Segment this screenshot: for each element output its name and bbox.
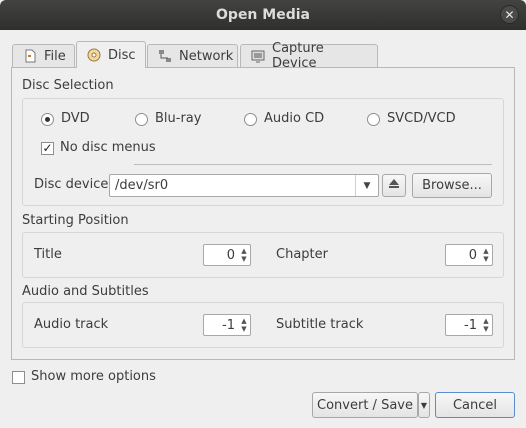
starting-position-group: [22, 232, 504, 278]
subtitle-track-spinbox[interactable]: -1 ▲ ▼: [445, 314, 493, 336]
cancel-label: Cancel: [452, 397, 498, 413]
audio-track-value: -1: [222, 318, 235, 333]
cancel-button[interactable]: Cancel: [435, 392, 515, 418]
close-button[interactable]: ✕: [500, 5, 519, 24]
disc-device-label: Disc device: [34, 177, 109, 192]
spin-arrows-icon[interactable]: ▲ ▼: [480, 245, 492, 265]
capture-device-icon: [251, 49, 265, 63]
no-disc-menus-label: No disc menus: [60, 140, 156, 155]
browse-button[interactable]: Browse...: [412, 173, 492, 198]
title-spinbox[interactable]: 0 ▲ ▼: [203, 244, 251, 266]
disc-panel: Disc Selection DVD Blu-ray Audio CD SVCD…: [11, 67, 515, 360]
no-disc-menus-checkbox[interactable]: ✓: [41, 142, 54, 155]
spin-arrows-icon[interactable]: ▲ ▼: [238, 245, 250, 265]
tab-capture-device[interactable]: Capture Device: [240, 41, 378, 71]
title-label: Title: [34, 247, 62, 262]
checkmark-icon: ✓: [42, 141, 53, 155]
subtitle-track-value: -1: [464, 318, 477, 333]
tab-network-label: Network: [179, 48, 234, 64]
tab-file-label: File: [44, 48, 66, 64]
radio-svcd-vcd[interactable]: [367, 113, 380, 126]
window-title: Open Media: [216, 7, 310, 23]
audio-track-spinbox[interactable]: -1 ▲ ▼: [203, 314, 251, 336]
file-icon: [23, 49, 37, 63]
spin-arrows-icon[interactable]: ▲ ▼: [480, 315, 492, 335]
chevron-down-icon[interactable]: ▼: [355, 175, 378, 196]
eject-icon: [388, 178, 400, 193]
disc-device-value: /dev/sr0: [115, 178, 169, 193]
eject-button[interactable]: [382, 174, 406, 197]
show-more-options-checkbox[interactable]: [12, 371, 25, 384]
radio-dvd[interactable]: [41, 113, 54, 126]
disc-device-combobox[interactable]: /dev/sr0 ▼: [109, 174, 379, 197]
radio-bluray[interactable]: [135, 113, 148, 126]
disc-selection-heading: Disc Selection: [22, 78, 114, 93]
show-more-options-label: Show more options: [31, 369, 156, 384]
audio-track-label: Audio track: [34, 317, 109, 332]
tab-disc[interactable]: Disc: [76, 41, 146, 68]
convert-save-button[interactable]: Convert / Save: [312, 392, 418, 418]
chapter-label: Chapter: [276, 247, 328, 262]
disc-icon: [87, 48, 101, 62]
starting-position-heading: Starting Position: [22, 213, 129, 228]
tab-file[interactable]: File: [12, 44, 75, 67]
title-bar: Open Media ✕: [0, 0, 526, 30]
divider: [134, 164, 492, 165]
radio-dvd-label: DVD: [61, 111, 90, 126]
convert-save-label: Convert / Save: [317, 397, 413, 413]
close-icon: ✕: [504, 8, 515, 22]
chevron-down-icon: ▼: [420, 400, 428, 410]
tab-disc-label: Disc: [108, 47, 136, 63]
chapter-value: 0: [468, 248, 477, 263]
tab-network[interactable]: Network: [147, 44, 238, 67]
browse-button-label: Browse...: [422, 178, 482, 193]
radio-bluray-label: Blu-ray: [155, 111, 202, 126]
audio-subtitles-heading: Audio and Subtitles: [22, 284, 149, 299]
title-value: 0: [226, 248, 235, 263]
radio-audio-cd-label: Audio CD: [264, 111, 325, 126]
convert-save-dropdown[interactable]: ▼: [418, 392, 430, 418]
radio-audio-cd[interactable]: [244, 113, 257, 126]
radio-svcd-vcd-label: SVCD/VCD: [387, 111, 456, 126]
chapter-spinbox[interactable]: 0 ▲ ▼: [445, 244, 493, 266]
network-icon: [158, 49, 172, 63]
subtitle-track-label: Subtitle track: [276, 317, 364, 332]
spin-arrows-icon[interactable]: ▲ ▼: [238, 315, 250, 335]
